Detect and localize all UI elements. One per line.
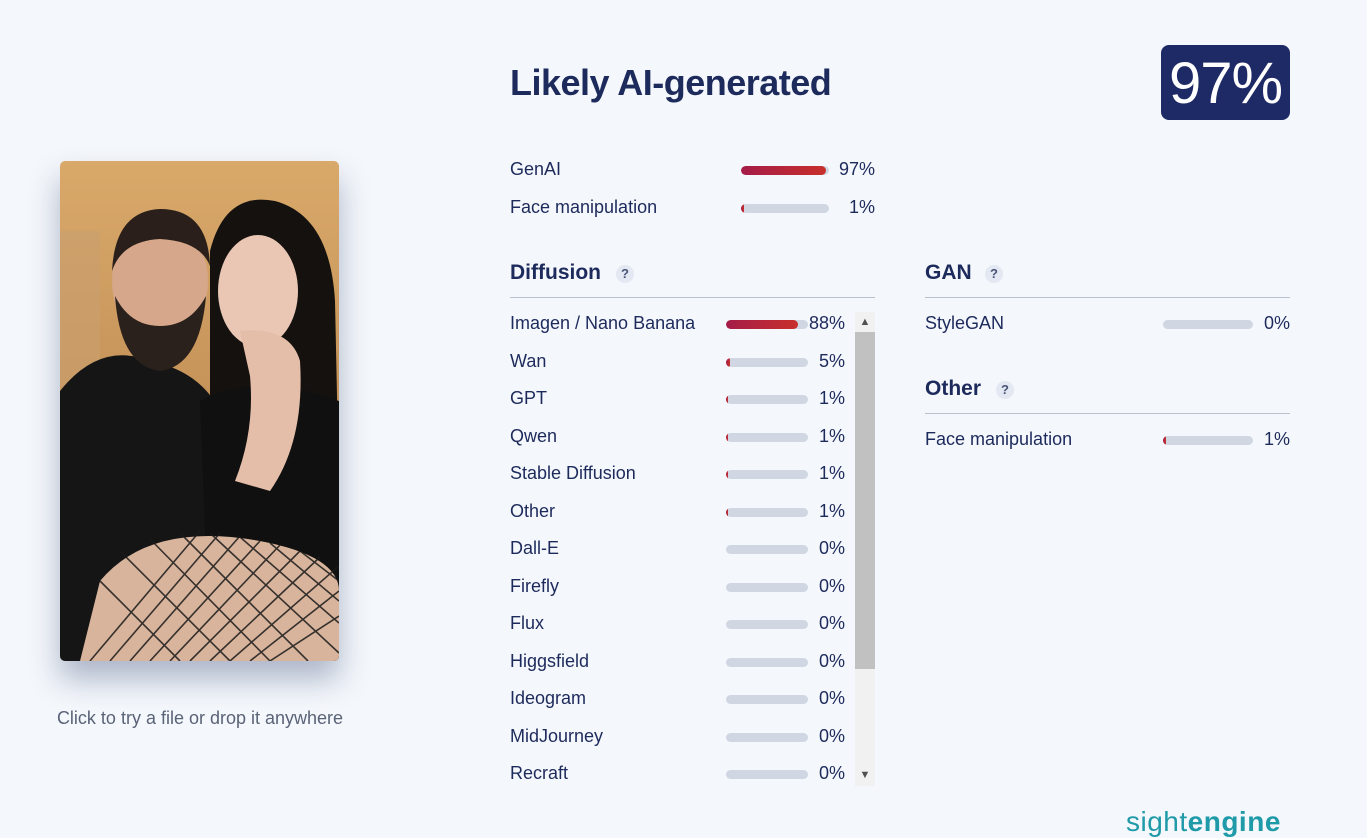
score-percent: 0% [818, 538, 845, 558]
row-label: Wan [510, 350, 547, 371]
score-bar [726, 732, 808, 742]
score-bar [1163, 320, 1253, 329]
photo-illustration [60, 161, 339, 661]
drop-hint[interactable]: Click to try a file or drop it anywhere [0, 708, 400, 729]
score-bar [726, 582, 808, 592]
score-bar-fill [726, 432, 729, 442]
row-label: Flux [510, 613, 545, 633]
score-percent: 0% [818, 613, 845, 633]
score-bar [726, 545, 808, 554]
row-label: Higgsfield [510, 650, 590, 671]
score-bar-fill [726, 395, 729, 404]
score-bar [726, 695, 808, 704]
brand-logo[interactable]: sightengine [1126, 806, 1281, 838]
score-bar [726, 770, 808, 779]
brand-part1: sight [1126, 806, 1188, 837]
score-row: Recraft 0% [510, 763, 855, 787]
score-badge: 97% [1161, 45, 1290, 120]
row-label: Firefly [510, 575, 559, 596]
score-row: Higgsfield 0% [510, 651, 855, 675]
score-bar-fill [726, 507, 729, 517]
score-row: MidJourney 0% [510, 726, 855, 750]
score-percent: 1% [818, 388, 845, 408]
score-percent: 0% [1263, 313, 1290, 333]
row-label: StyleGAN [925, 313, 1005, 333]
score-bar [726, 357, 808, 367]
score-row: GenAI 97% [510, 159, 880, 183]
score-bar [726, 657, 808, 667]
score-row: Firefly 0% [510, 576, 855, 600]
score-percent: 0% [818, 575, 845, 596]
score-row: Stable Diffusion 1% [510, 463, 855, 487]
score-percent: 1% [1263, 429, 1290, 449]
score-bar [741, 204, 829, 213]
diffusion-help-icon[interactable]: ? [616, 265, 634, 283]
score-row: Qwen 1% [510, 426, 855, 450]
score-bar-fill [726, 320, 799, 329]
row-label: Face manipulation [925, 429, 1073, 449]
row-label: Recraft [510, 763, 569, 783]
diffusion-divider [510, 297, 875, 298]
score-row: Imagen / Nano Banana 88% [510, 313, 855, 337]
gan-help-icon[interactable]: ? [985, 265, 1003, 283]
chevron-down-icon[interactable]: ▼ [855, 766, 875, 784]
score-bar [726, 507, 808, 517]
score-percent: 1% [818, 425, 845, 446]
score-percent: 88% [808, 313, 845, 333]
score-percent: 5% [818, 350, 845, 371]
other-help-icon[interactable]: ? [996, 381, 1014, 399]
score-percent: 97% [838, 159, 875, 179]
score-row: Face manipulation 1% [510, 197, 880, 221]
row-label: GPT [510, 388, 548, 408]
score-bar [726, 320, 808, 329]
score-percent: 0% [818, 650, 845, 671]
gan-title: GAN [925, 261, 972, 284]
row-label: Imagen / Nano Banana [510, 313, 696, 333]
score-row: Ideogram 0% [510, 688, 855, 712]
score-bar [726, 432, 808, 442]
row-label: Qwen [510, 425, 558, 446]
score-bar [726, 620, 808, 629]
scrollbar-thumb[interactable] [855, 332, 875, 669]
row-label: MidJourney [510, 725, 604, 746]
score-percent: 1% [818, 500, 845, 521]
score-bar [1163, 436, 1253, 445]
score-bar [726, 470, 808, 479]
row-label: Face manipulation [510, 197, 658, 217]
row-label: Other [510, 500, 556, 521]
score-row: Dall-E 0% [510, 538, 855, 562]
score-bar-fill [741, 204, 744, 213]
score-row: Flux 0% [510, 613, 855, 637]
row-label: Ideogram [510, 688, 587, 708]
score-bar-fill [726, 357, 731, 367]
chevron-up-icon[interactable]: ▲ [855, 313, 875, 331]
gan-divider [925, 297, 1290, 298]
row-label: GenAI [510, 159, 562, 179]
score-bar-fill [741, 166, 827, 175]
other-title: Other [925, 377, 982, 400]
score-bar-fill [1163, 436, 1166, 445]
uploaded-image[interactable] [60, 161, 339, 661]
score-percent: 0% [818, 763, 845, 783]
score-bar [726, 395, 808, 404]
score-percent: 1% [848, 197, 875, 217]
score-percent: 0% [818, 725, 845, 746]
verdict-title: Likely AI-generated [510, 62, 832, 103]
score-bar [741, 166, 829, 175]
score-row: GPT 1% [510, 388, 855, 412]
row-label: Dall-E [510, 538, 560, 558]
row-label: Stable Diffusion [510, 463, 636, 483]
diffusion-title: Diffusion [510, 261, 601, 284]
score-row: Face manipulation 1% [925, 429, 1290, 453]
score-percent: 1% [818, 463, 845, 483]
score-percent: 0% [818, 688, 845, 708]
score-row: Wan 5% [510, 351, 855, 375]
score-row: StyleGAN 0% [925, 313, 1290, 337]
score-bar-fill [726, 470, 729, 479]
brand-part2: engine [1187, 806, 1281, 837]
score-row: Other 1% [510, 501, 855, 525]
other-divider [925, 413, 1290, 414]
